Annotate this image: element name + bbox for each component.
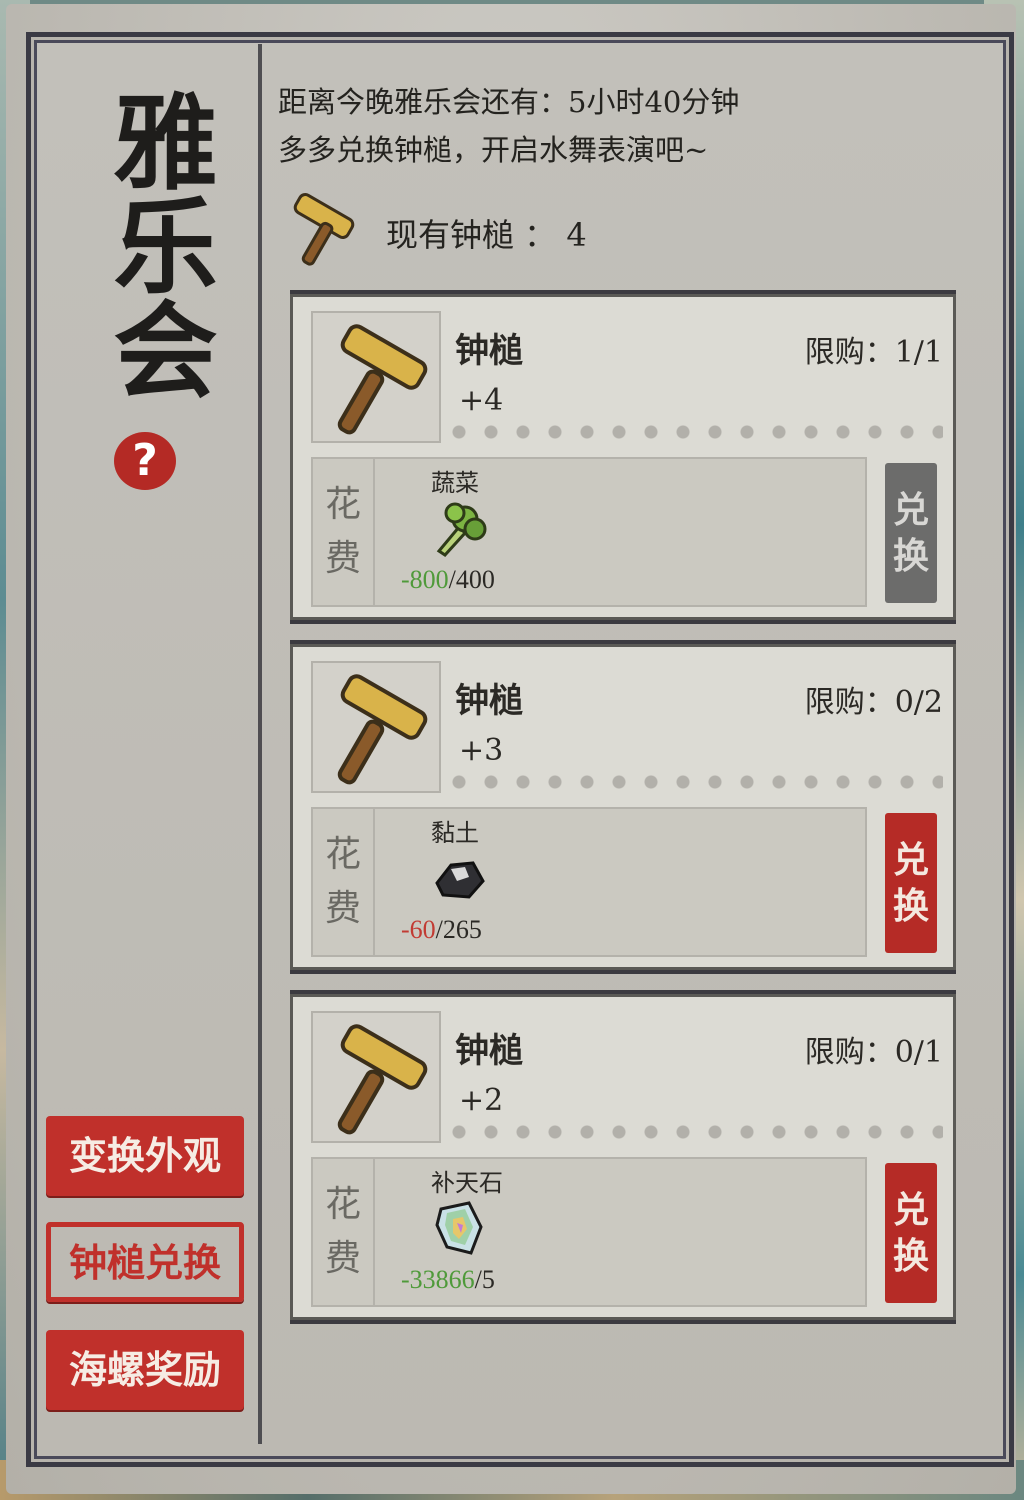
hammer-icon xyxy=(337,324,428,435)
conch-reward-button[interactable]: 海螺奖励 xyxy=(46,1330,244,1410)
purchase-limit: 限购：1/1 xyxy=(804,335,943,370)
cost-value: -60 xyxy=(401,915,436,944)
hammer-count-value: 4 xyxy=(566,216,587,254)
owned-value: /5 xyxy=(474,1265,495,1294)
clay-icon xyxy=(435,861,485,899)
cost-value: -33866 xyxy=(401,1265,475,1294)
owned-value: /400 xyxy=(448,565,495,594)
event-info: 距离今晚雅乐会还有：5小时40分钟 多多兑换钟槌，开启水舞表演吧~ xyxy=(278,78,739,174)
exchange-button[interactable]: 兑换 xyxy=(885,813,937,953)
sky-stone-icon xyxy=(435,1201,483,1255)
cost-value: -800 xyxy=(401,565,449,594)
item-amount: +2 xyxy=(459,1083,504,1118)
exchange-card: 钟槌 +2 限购：0/1 花费 补天石 -33866/5 兑换 xyxy=(290,994,956,1320)
cost-label: 花费 xyxy=(313,809,375,955)
cost-label: 花费 xyxy=(313,1159,375,1305)
countdown-text: 距离今晚雅乐会还有：5小时40分钟 xyxy=(278,85,740,119)
cost-box: 花费 蔬菜 -800/400 xyxy=(311,457,867,607)
owned-value: /265 xyxy=(435,915,482,944)
cost-label: 花费 xyxy=(313,459,375,605)
resource-amount: -800/400 xyxy=(401,565,495,595)
hammer-count: 现有钟槌 ： 4 xyxy=(278,192,698,272)
item-amount: +4 xyxy=(459,383,504,418)
resource-name: 黏土 xyxy=(431,819,479,847)
purchase-limit: 限购：0/1 xyxy=(804,1035,943,1070)
hammer-icon xyxy=(337,1024,428,1135)
help-button[interactable]: ? xyxy=(114,432,176,490)
exchange-button[interactable]: 兑换 xyxy=(885,1163,937,1303)
exchange-card: 钟槌 +3 限购：0/2 花费 黏土 -60/265 兑换 xyxy=(290,644,956,970)
item-thumbnail xyxy=(311,1011,441,1143)
change-appearance-button[interactable]: 变换外观 xyxy=(46,1116,244,1196)
resource-name: 蔬菜 xyxy=(431,469,479,497)
item-thumbnail xyxy=(311,661,441,793)
resource-name: 补天石 xyxy=(431,1169,503,1197)
hammer-exchange-button[interactable]: 钟槌兑换 xyxy=(46,1222,244,1302)
resource-amount: -33866/5 xyxy=(401,1265,495,1295)
exchange-card: 钟槌 +4 限购：1/1 花费 蔬菜 -800/400 兑换 xyxy=(290,294,956,620)
cost-box: 花费 黏土 -60/265 xyxy=(311,807,867,957)
item-name: 钟槌 xyxy=(455,1031,523,1071)
cost-box: 花费 补天石 -33866/5 xyxy=(311,1157,867,1307)
resource-amount: -60/265 xyxy=(401,915,482,945)
dotted-divider xyxy=(443,1125,943,1139)
item-thumbnail xyxy=(311,311,441,443)
item-name: 钟槌 xyxy=(455,331,523,371)
item-name: 钟槌 xyxy=(455,681,523,721)
item-amount: +3 xyxy=(459,733,504,768)
tip-text: 多多兑换钟槌，开启水舞表演吧~ xyxy=(278,133,709,167)
hammer-icon xyxy=(293,193,355,266)
column-divider xyxy=(258,44,262,1444)
hammer-icon xyxy=(337,674,428,785)
dotted-divider xyxy=(443,775,943,789)
exchange-button[interactable]: 兑换 xyxy=(885,463,937,603)
hammer-count-label: 现有钟槌 ： 4 xyxy=(386,216,587,254)
dotted-divider xyxy=(443,425,943,439)
vegetable-icon xyxy=(436,502,487,557)
page-title: 雅乐会 xyxy=(95,88,218,400)
purchase-limit: 限购：0/2 xyxy=(804,685,943,720)
